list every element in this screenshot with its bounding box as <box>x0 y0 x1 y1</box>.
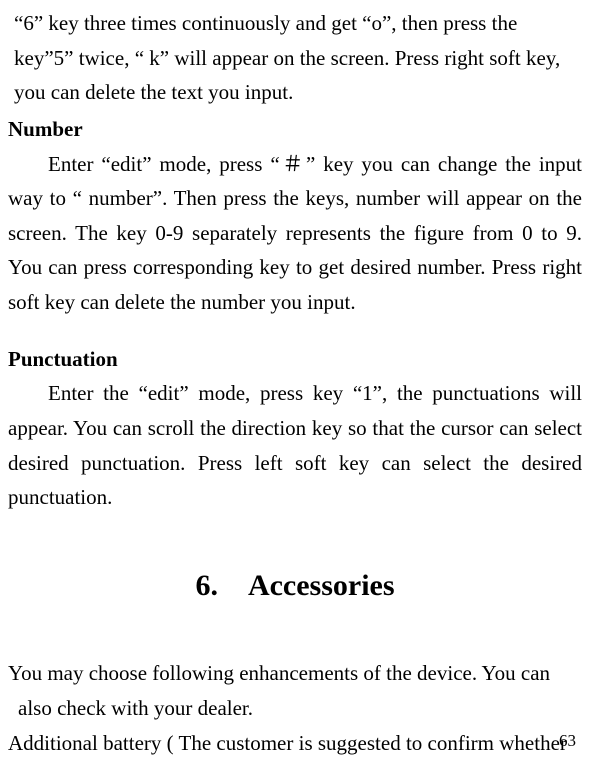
page-number: 63 <box>559 727 576 755</box>
accessories-line2: also check with your dealer. <box>8 691 582 726</box>
section-title: 6. Accessories <box>8 561 582 611</box>
intro-line1: “6” key three times continuously and get… <box>8 11 517 35</box>
accessories-paragraph: You may choose following enhancements of… <box>8 656 582 760</box>
accessories-line3: Additional battery ( The customer is sug… <box>8 726 582 761</box>
intro-line3: you can delete the text you input. <box>8 80 293 104</box>
punctuation-heading: Punctuation <box>8 342 582 377</box>
punctuation-paragraph: Enter the “edit” mode, press key “1”, th… <box>8 376 582 515</box>
intro-line2: key”5” twice, “ k” will appear on the sc… <box>8 46 560 70</box>
number-paragraph: Enter “edit” mode, press “＃” key you can… <box>8 147 582 320</box>
intro-paragraph: “6” key three times continuously and get… <box>8 6 582 110</box>
accessories-line1: You may choose following enhancements of… <box>8 656 582 691</box>
number-body: Enter “edit” mode, press “＃” key you can… <box>8 152 582 315</box>
number-heading: Number <box>8 112 582 147</box>
punctuation-body: Enter the “edit” mode, press key “1”, th… <box>8 381 582 509</box>
